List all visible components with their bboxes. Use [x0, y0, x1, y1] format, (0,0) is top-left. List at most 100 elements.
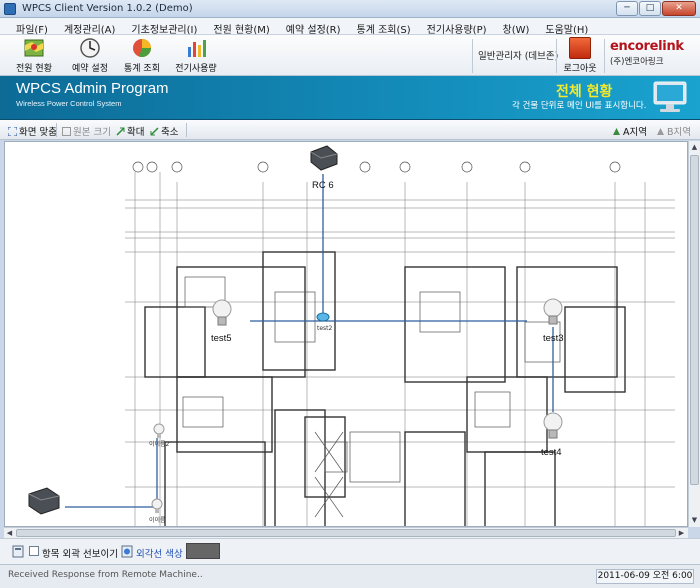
area-a-button[interactable]: A지역 [612, 124, 647, 138]
zoom-in-icon [116, 126, 125, 136]
device-label-test3: test3 [543, 333, 564, 344]
bar-chart-icon [188, 40, 206, 57]
area-a-icon [613, 127, 620, 135]
status-message: Received Response from Remote Machine.. [8, 570, 203, 580]
fit-icon [8, 126, 17, 136]
power-status-button[interactable]: 전원 현황 [6, 37, 62, 75]
menu-bar: 파일(F) 계정관리(A) 기초정보관리(I) 전원 현황(M) 예약 설정(R… [0, 18, 700, 36]
zoom-out-icon [150, 126, 159, 136]
device-label-rc6: RC 6 [312, 180, 334, 191]
toolbar-divider [472, 39, 473, 73]
floor-plan-drawing [28, 145, 675, 526]
horizontal-scrollbar[interactable]: ◀ ▶ [4, 527, 688, 538]
display-options-bar: 항목 외곽 선보이기 외각선 색상 [0, 538, 700, 564]
viewbar-divider [186, 123, 187, 137]
menu-file[interactable]: 파일(F) [8, 18, 56, 36]
close-button[interactable]: ✕ [662, 1, 696, 16]
logo-brand: encorelink [610, 39, 684, 54]
menu-reservation[interactable]: 예약 설정(R) [278, 18, 349, 36]
statistics-button[interactable]: 통계 조회 [114, 37, 170, 75]
minimize-button[interactable]: ─ [616, 1, 638, 16]
scroll-down-arrow-icon[interactable]: ▼ [689, 514, 700, 526]
scroll-up-arrow-icon[interactable]: ▲ [689, 141, 700, 153]
original-size-label: 원본 크기 [73, 127, 111, 138]
admin-label: 일반관리자 (데브존) [478, 51, 559, 62]
status-bar: Received Response from Remote Machine.. … [0, 564, 700, 588]
floor-plan-view[interactable]: RC 6 test2 test5 test3 test4 이이름2 이이름 [4, 141, 688, 527]
power-usage-button[interactable]: 전기사용량 [168, 37, 224, 75]
zoom-in-label: 확대 [127, 127, 145, 138]
toolbar-divider [556, 39, 557, 73]
vertical-scrollbar[interactable]: ▲ ▼ [688, 141, 700, 527]
device-label-name2: 이이름2 [149, 441, 170, 448]
maximize-button[interactable]: □ [639, 1, 661, 16]
sensor-test2-icon[interactable] [316, 312, 330, 322]
vertical-scroll-thumb[interactable] [690, 155, 699, 485]
window-controls: ─ □ ✕ [616, 1, 696, 16]
logo-sub: (주)엔코아링크 [610, 57, 664, 67]
power-usage-label: 전기사용량 [175, 64, 217, 74]
reservation-label: 예약 설정 [72, 64, 108, 74]
pie-chart-icon [133, 39, 152, 58]
menu-base-info[interactable]: 기초정보관리(I) [123, 18, 205, 36]
logout-button[interactable]: 로그아웃 [560, 37, 600, 75]
bulb-test3-icon[interactable] [543, 298, 563, 325]
viewbar-divider [56, 123, 57, 137]
statistics-label: 통계 조회 [124, 64, 160, 74]
outline-option-icon [12, 545, 24, 558]
original-size-icon [62, 126, 71, 136]
menu-statistics[interactable]: 통계 조회(S) [349, 18, 419, 36]
area-a-label: A지역 [623, 127, 647, 138]
clock-icon [80, 38, 100, 58]
view-toolbar: 화면 맞춤 원본 크기 확대 축소 A지역 B지역 [0, 120, 700, 140]
device-label-test5: test5 [211, 333, 232, 344]
zoom-out-label: 축소 [161, 127, 179, 138]
scroll-left-arrow-icon[interactable]: ◀ [4, 528, 15, 538]
outline-color-swatch[interactable] [186, 543, 220, 559]
app-icon [4, 3, 16, 15]
logout-label: 로그아웃 [563, 64, 597, 74]
monitor-icon [653, 81, 687, 112]
original-size-button[interactable]: 원본 크기 [62, 124, 111, 138]
toolbar-divider [604, 39, 605, 73]
program-banner: WPCS Admin Program Wireless Power Contro… [0, 76, 700, 120]
logout-icon [569, 37, 591, 59]
device-label-test2: test2 [317, 325, 333, 332]
zoom-in-button[interactable]: 확대 [116, 124, 144, 138]
zoom-out-button[interactable]: 축소 [150, 124, 178, 138]
main-toolbar: 전원 현황 예약 설정 통계 조회 전기사용량 일반관리자 (데브존) 로그아웃 [0, 35, 700, 76]
scroll-right-arrow-icon[interactable]: ▶ [676, 528, 687, 538]
program-title: WPCS Admin Program [16, 80, 169, 97]
menu-power-status[interactable]: 전원 현황(M) [205, 18, 277, 36]
device-label-test4: test4 [541, 447, 562, 458]
power-status-label: 전원 현황 [16, 64, 52, 74]
bulb-name1-icon[interactable] [151, 498, 163, 513]
controller-rc6-icon[interactable] [310, 145, 338, 171]
palette-icon [121, 545, 133, 558]
fit-screen-button[interactable]: 화면 맞춤 [8, 124, 57, 138]
show-outline-checkbox[interactable] [29, 546, 39, 556]
program-subtitle: Wireless Power Control System [16, 99, 122, 108]
bulb-name2-icon[interactable] [153, 423, 165, 438]
page-description: 각 건물 단위로 메인 UI를 표시합니다. [512, 101, 647, 111]
outline-color-link[interactable]: 외각선 색상 [136, 546, 183, 560]
area-b-icon [657, 127, 664, 135]
device-label-name1: 이이름 [149, 517, 166, 524]
status-datetime: 2011-06-09 오전 6:00 [596, 569, 694, 584]
reservation-button[interactable]: 예약 설정 [62, 37, 118, 75]
horizontal-scroll-thumb[interactable] [16, 529, 676, 537]
controller-bottom-icon[interactable] [28, 487, 60, 515]
company-logo: encorelink (주)엔코아링크 [610, 39, 696, 73]
menu-window[interactable]: 창(W) [495, 18, 538, 36]
area-b-button[interactable]: B지역 [656, 124, 691, 138]
title-bar: WPCS Client Version 1.0.2 (Demo) ─ □ ✕ [0, 0, 700, 18]
menu-power-usage[interactable]: 전기사용량(P) [419, 18, 495, 36]
show-outline-label: 항목 외곽 선보이기 [42, 549, 118, 560]
menu-help[interactable]: 도움말(H) [537, 18, 596, 36]
page-title: 전체 현황 [556, 84, 613, 100]
window-title: WPCS Client Version 1.0.2 (Demo) [22, 3, 193, 14]
menu-account[interactable]: 계정관리(A) [56, 18, 123, 36]
area-b-label: B지역 [667, 127, 691, 138]
map-icon [24, 39, 44, 57]
bulb-test5-icon[interactable] [212, 299, 232, 326]
